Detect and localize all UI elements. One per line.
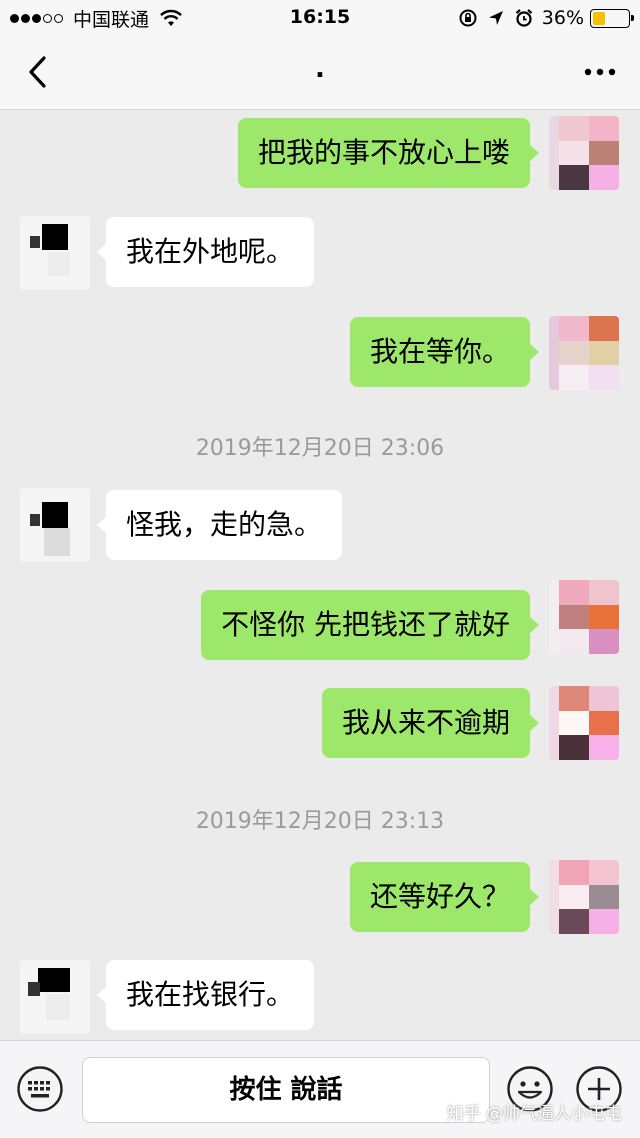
self-avatar[interactable] [549,580,619,654]
orientation-lock-icon [459,9,477,27]
battery-icon [590,8,634,28]
outgoing-message[interactable]: 不怪你 先把钱还了就好 [201,590,539,660]
location-arrow-icon [488,11,503,25]
outgoing-message[interactable]: 我从来不逾期 [321,688,540,758]
self-avatar[interactable] [549,116,619,190]
keyboard-icon[interactable] [16,1065,64,1113]
battery-fill [593,11,606,25]
contact-avatar[interactable] [20,960,90,1034]
input-bar: 按住 說話 知乎 @帅气逼人小屯屯 [0,1040,640,1138]
chat-header: . [0,36,640,110]
outgoing-message[interactable]: 把我的事不放心上喽 [237,118,540,188]
hold-to-talk-button[interactable]: 按住 說話 [82,1057,490,1123]
more-dots-icon[interactable] [578,52,622,92]
chat-message-list[interactable]: 把我的事不放心上喽 我在外地呢。 我在等你。 2019年12月20日 23:06… [0,110,640,1040]
timestamp: 2019年12月20日 23:06 [195,436,445,461]
outgoing-message[interactable]: 我在等你。 [349,317,540,387]
outgoing-message[interactable]: 还等好久？ [349,862,540,932]
timestamp: 2019年12月20日 23:13 [195,809,445,834]
watermark: 知乎 @帅气逼人小屯屯 [446,1104,622,1124]
self-avatar[interactable] [549,686,619,760]
battery-percentage: 36% [541,7,584,29]
self-avatar[interactable] [549,860,619,934]
contact-avatar[interactable] [20,488,90,562]
status-bar: 中国联通 16:15 36% [0,0,640,36]
chat-title: . [315,54,325,84]
alarm-clock-icon [515,9,532,27]
incoming-message[interactable]: 怪我，走的急。 [96,490,343,560]
contact-avatar[interactable] [20,216,90,290]
self-avatar[interactable] [549,316,619,390]
incoming-message[interactable]: 我在外地呢。 [96,217,315,287]
incoming-message[interactable]: 我在找银行。 [96,960,315,1030]
